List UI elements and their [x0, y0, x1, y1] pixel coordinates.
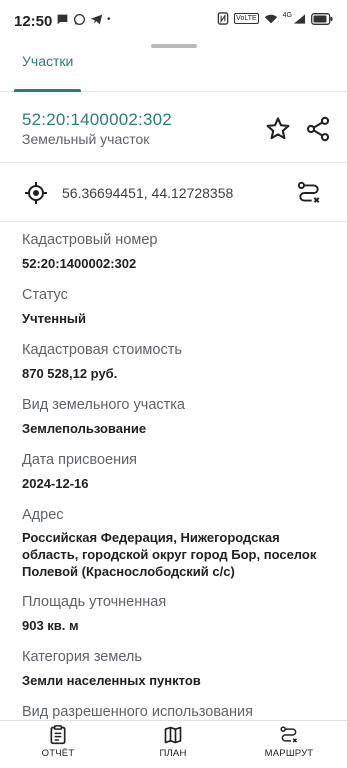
field-label: Адрес	[22, 507, 64, 523]
route-icon	[280, 726, 298, 743]
whatsapp-icon	[73, 13, 86, 26]
field-value: Земли населенных пунктов	[22, 673, 201, 688]
field-cadastral-number: Кадастровый номер 52:20:1400002:302	[22, 224, 332, 279]
tab-parcels[interactable]: Участки	[14, 48, 82, 92]
target-icon	[25, 182, 47, 204]
field-parcel-kind: Вид земельного участка Землепользование	[22, 389, 332, 444]
field-address: Адрес Российская Федерация, Нижегородска…	[22, 499, 332, 586]
field-label: Кадастровая стоимость	[22, 342, 182, 358]
field-label: Статус	[22, 287, 68, 303]
parcel-details: Кадастровый номер 52:20:1400002:302 Стат…	[22, 224, 332, 751]
status-time: 12:50	[14, 13, 53, 30]
message-icon	[57, 14, 68, 25]
field-cadastral-value: Кадастровая стоимость 870 528,12 руб.	[22, 334, 332, 389]
route-icon	[297, 181, 320, 203]
nav-route-button[interactable]: МАРШРУТ	[249, 725, 329, 759]
status-bar: 12:50 • VoLTE 4G	[0, 0, 347, 44]
field-value: Российская Федерация, Нижегородская обла…	[22, 530, 317, 579]
network-label: 4G	[282, 12, 292, 19]
field-value: 2024-12-16	[22, 476, 89, 491]
field-assignment-date: Дата присвоения 2024-12-16	[22, 444, 332, 499]
volte-label: VoLTE	[234, 13, 259, 24]
tab-bar: Участки	[0, 48, 347, 92]
field-area: Площадь уточненная 903 кв. м	[22, 586, 332, 641]
battery-icon	[311, 12, 333, 25]
field-label: Дата присвоения	[22, 452, 138, 468]
more-dot-icon: •	[107, 14, 111, 25]
field-label: Кадастровый номер	[22, 232, 158, 248]
tab-parcels-label: Участки	[22, 53, 74, 69]
bottom-nav: ОТЧЁТ ПЛАН МАРШРУТ	[0, 720, 347, 768]
share-button[interactable]	[304, 115, 332, 143]
field-label: Категория земель	[22, 649, 142, 665]
field-status: Статус Учтенный	[22, 279, 332, 334]
report-icon	[50, 725, 66, 745]
field-value: Учтенный	[22, 311, 87, 326]
field-label: Вид земельного участка	[22, 397, 185, 413]
share-icon	[306, 116, 330, 142]
parcel-number: 52:20:1400002:302	[22, 110, 172, 129]
map-icon	[164, 726, 182, 744]
nav-plan-label: ПЛАН	[159, 748, 187, 759]
star-icon	[266, 117, 290, 140]
field-label: Площадь уточненная	[22, 594, 167, 610]
tab-active-indicator	[14, 89, 82, 92]
field-value: Землепользование	[22, 421, 147, 436]
field-value: 903 кв. м	[22, 618, 79, 633]
system-icons: VoLTE 4G	[217, 12, 333, 25]
field-value: 870 528,12 руб.	[22, 366, 118, 381]
field-label: Вид разрешенного использования	[22, 704, 253, 720]
telegram-icon	[90, 14, 103, 25]
coordinates-text: 56.36694451, 44.12728358	[62, 185, 234, 201]
nav-report-label: ОТЧЁТ	[41, 748, 75, 759]
parcel-type: Земельный участок	[22, 131, 150, 147]
nfc-icon	[217, 12, 229, 25]
favorite-button[interactable]	[264, 115, 292, 143]
field-value[interactable]: 52:20:1400002:302	[22, 255, 332, 272]
wifi-icon	[264, 14, 277, 23]
nav-route-label: МАРШРУТ	[264, 748, 314, 759]
parcel-header: 52:20:1400002:302 Земельный участок	[0, 93, 347, 163]
nav-plan-button[interactable]: ПЛАН	[133, 725, 213, 759]
nav-report-button[interactable]: ОТЧЁТ	[18, 725, 98, 759]
signal-icon	[293, 13, 306, 24]
coordinates-row[interactable]: 56.36694451, 44.12728358	[0, 164, 347, 222]
notification-icons: •	[56, 13, 111, 26]
route-button[interactable]	[296, 180, 322, 206]
field-land-category: Категория земель Земли населенных пункто…	[22, 641, 332, 696]
